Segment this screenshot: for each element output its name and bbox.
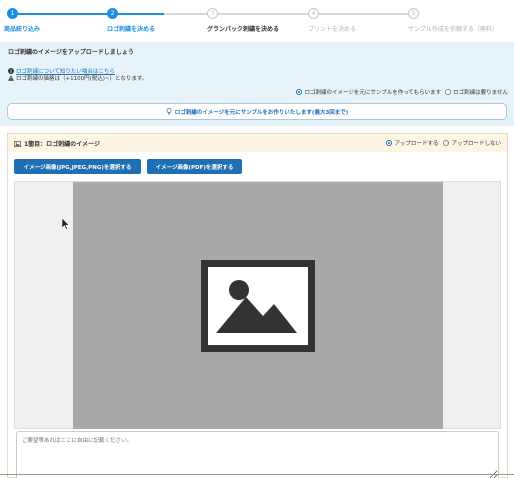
radio-upload-control[interactable] — [386, 140, 393, 146]
step-2-dot[interactable]: 2 — [107, 8, 118, 19]
step-1-dot[interactable]: 1 — [7, 8, 18, 19]
radio-no-embroidery-control[interactable] — [445, 89, 452, 95]
step-4-dot: 4 — [308, 8, 319, 19]
radio-make-sample[interactable]: ロゴ刺繍のイメージを元にサンプルを作ってもらいます — [296, 88, 441, 96]
select-pdf-file-button-label: イメージ画像(PDF)を選択する — [155, 164, 234, 171]
radio-no-upload[interactable]: アップロードしない — [443, 139, 501, 147]
sample-choice-radio-group: ロゴ刺繍のイメージを元にサンプルを作ってもらいます ロゴ刺繍は要りません — [296, 88, 508, 96]
warning-triangle-icon — [8, 75, 14, 81]
image-card-icon — [14, 140, 21, 147]
radio-make-sample-label: ロゴ刺繍のイメージを元にサンプルを作ってもらいます — [304, 90, 442, 96]
stepper-line-done — [12, 13, 112, 15]
radio-no-upload-label: アップロードしない — [451, 141, 501, 147]
stepper-line-todo — [164, 13, 414, 15]
step-5-label: サンプル作成を依頼する（無料） — [408, 26, 498, 33]
select-pdf-file-button[interactable]: イメージ画像(PDF)を選択する — [147, 159, 242, 174]
step-1-label[interactable]: 商品絞り込み — [4, 24, 40, 33]
create-sample-button-label: ロゴ刺繍のイメージを元にサンプルをお作りいたします(最大3回まで) — [174, 109, 349, 116]
step-4-label: プリントを決める — [308, 26, 357, 33]
image-preview-area — [14, 181, 501, 429]
step-2-label[interactable]: ロゴ刺繍を決める — [107, 24, 155, 33]
mouse-cursor-icon — [62, 218, 70, 230]
logo-upload-info-panel: ロゴ刺繍のイメージをアップロードしましょう ロゴ刺繍について知りたい場合はこちら… — [0, 42, 514, 126]
step-3-dot: 3 — [207, 8, 218, 19]
create-sample-button[interactable]: ロゴ刺繍のイメージを元にサンプルをお作りいたします(最大3回まで) — [7, 103, 507, 120]
progress-stepper: 1 2 3 4 5 商品絞り込み ロゴ刺繍を決める グランパック刺繍を決める プ… — [0, 0, 514, 42]
radio-no-embroidery[interactable]: ロゴ刺繍は要りません — [445, 88, 508, 96]
image-preview[interactable] — [73, 182, 443, 429]
image-placeholder-icon — [201, 260, 315, 352]
radio-upload[interactable]: アップロードする — [386, 139, 438, 147]
price-note-text: ロゴ刺繍の価格は（+1100円(税込)~）となります。 — [16, 76, 148, 82]
radio-make-sample-control[interactable] — [296, 89, 303, 95]
radio-no-upload-control[interactable] — [443, 140, 450, 146]
upload-choice-radio-group: アップロードする アップロードしない — [386, 139, 501, 147]
radio-no-embroidery-label: ロゴ刺繍は要りません — [453, 90, 508, 96]
card-title: 1箇目：ロゴ刺繍のイメージ — [14, 139, 100, 148]
select-image-file-button[interactable]: イメージ画像(JPG,JPEG,PNG)を選択する — [14, 159, 141, 174]
radio-upload-label: アップロードする — [394, 141, 439, 147]
card-header: 1箇目：ロゴ刺繍のイメージ アップロードする アップロードしない — [8, 134, 507, 152]
select-image-file-button-label: イメージ画像(JPG,JPEG,PNG)を選択する — [23, 164, 132, 171]
window-bottom-border — [0, 474, 514, 475]
lightbulb-icon — [166, 108, 172, 115]
info-panel-title: ロゴ刺繍のイメージをアップロードしましょう — [8, 49, 134, 56]
stepper-line-done-2 — [118, 13, 164, 15]
card-title-text: 1箇目：ロゴ刺繍のイメージ — [24, 141, 101, 148]
logo-image-upload-card: 1箇目：ロゴ刺繍のイメージ アップロードする アップロードしない イメージ画像(… — [7, 133, 508, 478]
step-5-dot: 5 — [408, 8, 419, 19]
step-3-label: グランパック刺繍を決める — [207, 26, 280, 33]
price-note-row: ロゴ刺繍の価格は（+1100円(税込)~）となります。 — [8, 74, 147, 82]
request-comment-textarea[interactable] — [16, 431, 499, 478]
